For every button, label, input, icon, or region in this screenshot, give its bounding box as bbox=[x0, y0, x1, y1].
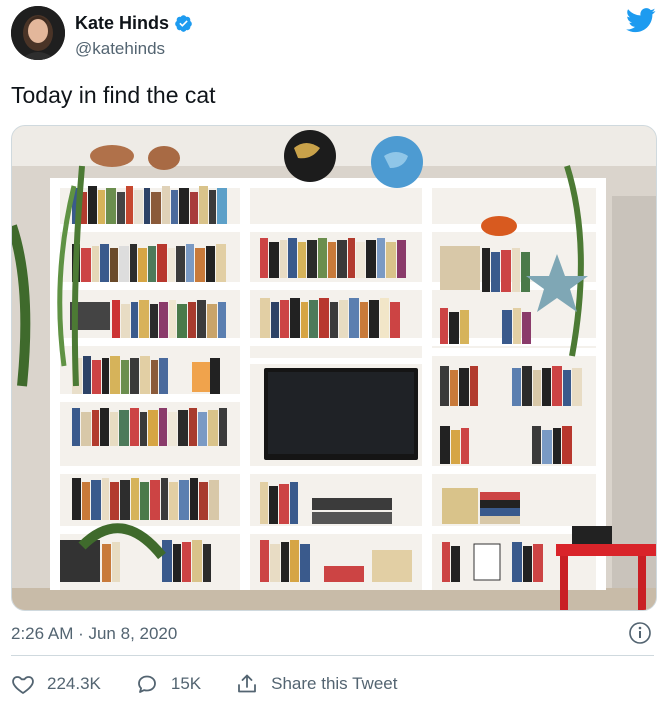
share-icon bbox=[238, 674, 257, 693]
reply-icon bbox=[137, 675, 156, 693]
avatar[interactable] bbox=[11, 6, 65, 60]
divider bbox=[11, 655, 654, 656]
heart-icon bbox=[12, 676, 34, 694]
reply-button[interactable]: 15K bbox=[135, 672, 201, 696]
share-button[interactable]: Share this Tweet bbox=[235, 672, 397, 696]
reply-count: 15K bbox=[170, 674, 202, 693]
share-label: Share this Tweet bbox=[271, 674, 398, 693]
verified-badge-icon bbox=[175, 15, 192, 32]
display-name[interactable]: Kate Hinds bbox=[75, 13, 169, 34]
name-row: Kate Hinds bbox=[75, 13, 193, 34]
like-count: 224.3K bbox=[47, 674, 101, 693]
tweet-text: Today in find the cat bbox=[11, 82, 216, 108]
tweet-actions: 224.3K 15K Share this Tweet bbox=[11, 669, 431, 699]
user-handle[interactable]: @katehinds bbox=[75, 39, 165, 59]
tweet-timestamp[interactable]: 2:26 AM · Jun 8, 2020 bbox=[11, 624, 177, 644]
tweet-header: Kate Hinds @katehinds bbox=[11, 6, 656, 66]
like-button[interactable]: 224.3K bbox=[11, 672, 101, 696]
tweet-photo[interactable] bbox=[11, 125, 657, 611]
info-icon[interactable] bbox=[628, 621, 652, 645]
twitter-bird-icon[interactable] bbox=[626, 8, 656, 33]
